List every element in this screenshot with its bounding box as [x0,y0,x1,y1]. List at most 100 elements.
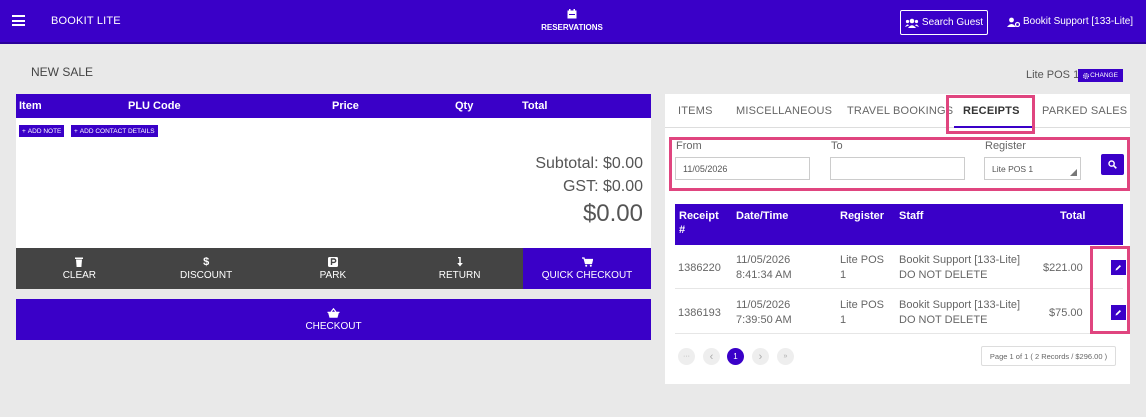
receipt-number: 1386193 [678,307,721,319]
plus-icon: + [74,127,78,135]
col-price: Price [332,100,359,112]
user-menu[interactable]: Bookit Support [133-Lite] [1007,16,1133,27]
search-guest-label: Search Guest [921,17,984,28]
search-icon [1108,160,1117,169]
parking-icon [327,256,338,267]
tab-parked-sales[interactable]: PARKED SALES [1042,105,1127,117]
return-button[interactable]: RETURN [396,248,523,289]
col-staff: Staff [899,210,924,222]
receipt-date: 11/05/2026 [736,299,791,311]
receipts-table-header: Receipt # Date/Time Register Staff Total [675,204,1123,245]
receipts-tab-highlight [946,95,1035,134]
receipt-staff-note: DO NOT DELETE [899,314,988,326]
plus-icon: + [22,127,26,135]
edit-buttons-highlight [1090,246,1130,334]
col-total: Total [1060,210,1086,222]
col-item: Item [19,100,42,112]
tab-items[interactable]: ITEMS [678,105,713,117]
top-navbar: BOOKIT LITE RESERVATIONS Search Guest Bo… [0,0,1146,44]
gst: GST: $0.00 [562,178,643,195]
register-select[interactable]: Lite POS 1 [984,157,1081,180]
receipt-total: $221.00 [1043,262,1083,274]
receipt-staff-note: DO NOT DELETE [899,269,988,281]
table-row[interactable]: 1386193 11/05/2026 7:39:50 AM Lite POS 1… [675,290,1126,334]
receipt-time: 7:39:50 AM [736,314,792,326]
add-note-label: ADD NOTE [27,127,62,135]
tab-travel-bookings[interactable]: TRAVEL BOOKINGS [847,105,953,117]
change-register-button[interactable]: CHANGE [1078,69,1123,82]
from-label: From [676,140,702,152]
basket-icon [327,307,340,318]
page-info: Page 1 of 1 ( 2 Records / $296.00 ) [981,346,1116,366]
col-receipt: Receipt # [679,210,719,236]
page-last[interactable]: » [777,348,794,365]
page-title: NEW SALE [31,65,94,79]
chevron-down-icon [1070,169,1077,176]
col-qty: Qty [455,100,474,112]
discount-button[interactable]: $ DISCOUNT [142,248,270,289]
users-icon [904,18,919,28]
receipt-staff: Bookit Support [133-Lite] [899,299,1021,311]
app-brand[interactable]: BOOKIT LITE [51,15,121,27]
add-contact-label: ADD CONTACT DETAILS [79,127,155,135]
quick-checkout-button[interactable]: QUICK CHECKOUT [523,248,651,289]
return-icon [456,256,463,266]
to-label: To [831,140,843,152]
tab-miscellaneous[interactable]: MISCELLANEOUS [736,105,832,117]
nav-reservations[interactable]: RESERVATIONS [532,9,612,32]
receipt-staff: Bookit Support [133-Lite] [899,254,1021,266]
return-label: RETURN [438,269,481,281]
cart-action-bar: CLEAR $ DISCOUNT PARK RETURN QUICK CHECK… [16,248,651,289]
table-row[interactable]: 1386220 11/05/2026 8:41:34 AM Lite POS 1… [675,245,1126,289]
quick-checkout-label: QUICK CHECKOUT [541,269,633,281]
receipt-register: Lite POS [840,254,885,266]
trash-icon [75,257,84,267]
subtotal: Subtotal: $0.00 [535,155,643,172]
receipt-total: $75.00 [1049,307,1083,319]
grand-total: $0.00 [582,200,643,227]
change-label: CHANGE [1090,72,1118,79]
cart-icon [581,256,593,267]
page-prev[interactable]: ‹ [703,348,720,365]
page-first[interactable]: ··· [678,348,695,365]
user-name: Bookit Support [133-Lite] [1023,16,1134,27]
to-date-input[interactable] [830,157,965,180]
register-label: Register [985,140,1026,152]
sales-panel: ITEMS MISCELLANEOUS TRAVEL BOOKINGS RECE… [665,94,1130,384]
cart-header: Item PLU Code Price Qty Total [16,94,651,118]
tab-bar: ITEMS MISCELLANEOUS TRAVEL BOOKINGS RECE… [665,94,1130,128]
search-button[interactable] [1101,154,1124,175]
cart-panel: Item PLU Code Price Qty Total + ADD NOTE… [16,94,651,289]
receipt-register-number: 1 [840,314,847,326]
discount-label: DISCOUNT [180,269,233,281]
receipt-date: 11/05/2026 [736,254,791,266]
add-note-button[interactable]: + ADD NOTE [19,125,65,137]
current-register: Lite POS 1 [1026,69,1080,81]
from-date-input[interactable]: 11/05/2026 [675,157,810,180]
clear-button[interactable]: CLEAR [16,248,143,289]
dollar-icon: $ [203,255,210,268]
clear-label: CLEAR [62,269,97,281]
col-total: Total [522,100,548,112]
nav-reservations-label: RESERVATIONS [541,23,603,32]
add-contact-button[interactable]: + ADD CONTACT DETAILS [71,125,158,137]
gear-icon [1083,72,1090,79]
checkout-button[interactable]: CHECKOUT [16,299,651,340]
col-datetime: Date/Time [736,210,789,222]
park-button[interactable]: PARK [269,248,397,289]
user-gear-icon [1007,17,1020,27]
park-label: PARK [319,269,347,281]
checkout-label: CHECKOUT [305,320,362,332]
col-register: Register [840,210,885,222]
receipt-time: 8:41:34 AM [736,269,792,281]
receipt-number: 1386220 [678,262,721,274]
receipt-register: Lite POS [840,299,885,311]
calendar-icon [567,9,577,19]
register-select-value: Lite POS 1 [992,164,1034,174]
page-1[interactable]: 1 [727,348,744,365]
menu-icon[interactable] [12,15,25,26]
page-next[interactable]: › [752,348,769,365]
search-guest-button[interactable]: Search Guest [900,10,988,35]
col-plu: PLU Code [128,100,181,112]
receipt-register-number: 1 [840,269,847,281]
